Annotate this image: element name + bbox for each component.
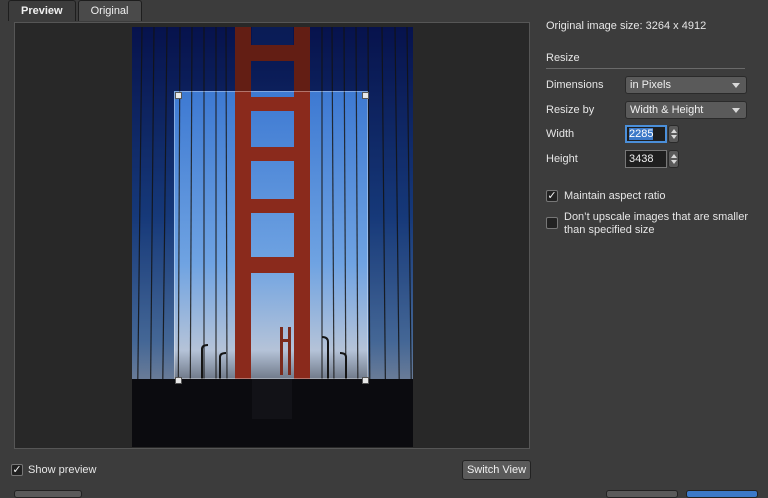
bottom-button-right-2[interactable] bbox=[686, 490, 758, 498]
original-size-info: Original image size: 3264 x 4912 bbox=[546, 20, 707, 32]
maintain-aspect-checkbox[interactable]: ✓ bbox=[546, 190, 558, 202]
view-tabs: Preview Original bbox=[8, 0, 144, 22]
width-input-value: 2285 bbox=[629, 128, 654, 140]
preview-image bbox=[132, 27, 413, 447]
dimensions-select-value: in Pixels bbox=[630, 79, 671, 91]
width-stepper[interactable] bbox=[668, 125, 679, 143]
stepper-down-icon[interactable] bbox=[671, 160, 677, 164]
resize-section-title: Resize bbox=[546, 52, 580, 64]
height-stepper[interactable] bbox=[668, 150, 679, 168]
section-divider bbox=[546, 68, 745, 69]
bottom-button-right-1[interactable] bbox=[606, 490, 678, 498]
height-label: Height bbox=[546, 153, 578, 165]
tab-original[interactable]: Original bbox=[77, 0, 142, 21]
crop-handle-top-right[interactable] bbox=[362, 92, 369, 99]
height-input-value: 3438 bbox=[629, 153, 654, 165]
no-upscale-label-line2: than specified size bbox=[564, 224, 655, 236]
no-upscale-label: Don’t upscale images that are smaller th… bbox=[564, 211, 748, 237]
stepper-down-icon[interactable] bbox=[671, 135, 677, 139]
preview-area bbox=[14, 22, 530, 449]
switch-view-button[interactable]: Switch View bbox=[462, 460, 531, 480]
chevron-down-icon bbox=[732, 108, 740, 113]
crop-handle-bottom-left[interactable] bbox=[175, 377, 182, 384]
chevron-down-icon bbox=[732, 83, 740, 88]
stepper-up-icon[interactable] bbox=[671, 129, 677, 133]
dimensions-select[interactable]: in Pixels bbox=[625, 76, 747, 94]
resize-by-select-value: Width & Height bbox=[630, 104, 704, 116]
show-preview-checkbox[interactable]: ✓ bbox=[11, 464, 23, 476]
crop-handle-top-left[interactable] bbox=[175, 92, 182, 99]
height-input[interactable]: 3438 bbox=[625, 150, 667, 168]
dimensions-label: Dimensions bbox=[546, 79, 604, 91]
stepper-up-icon[interactable] bbox=[671, 154, 677, 158]
bottom-button-left[interactable] bbox=[14, 490, 82, 498]
no-upscale-checkbox[interactable] bbox=[546, 217, 558, 229]
resize-by-label: Resize by bbox=[546, 104, 595, 116]
width-label: Width bbox=[546, 128, 575, 140]
show-preview-label: Show preview bbox=[28, 464, 97, 476]
maintain-aspect-label: Maintain aspect ratio bbox=[564, 190, 666, 202]
tab-preview[interactable]: Preview bbox=[8, 0, 76, 21]
no-upscale-label-line1: Don’t upscale images that are smaller bbox=[564, 211, 749, 223]
width-input[interactable]: 2285 bbox=[625, 125, 667, 143]
crop-handle-bottom-right[interactable] bbox=[362, 377, 369, 384]
resize-by-select[interactable]: Width & Height bbox=[625, 101, 747, 119]
